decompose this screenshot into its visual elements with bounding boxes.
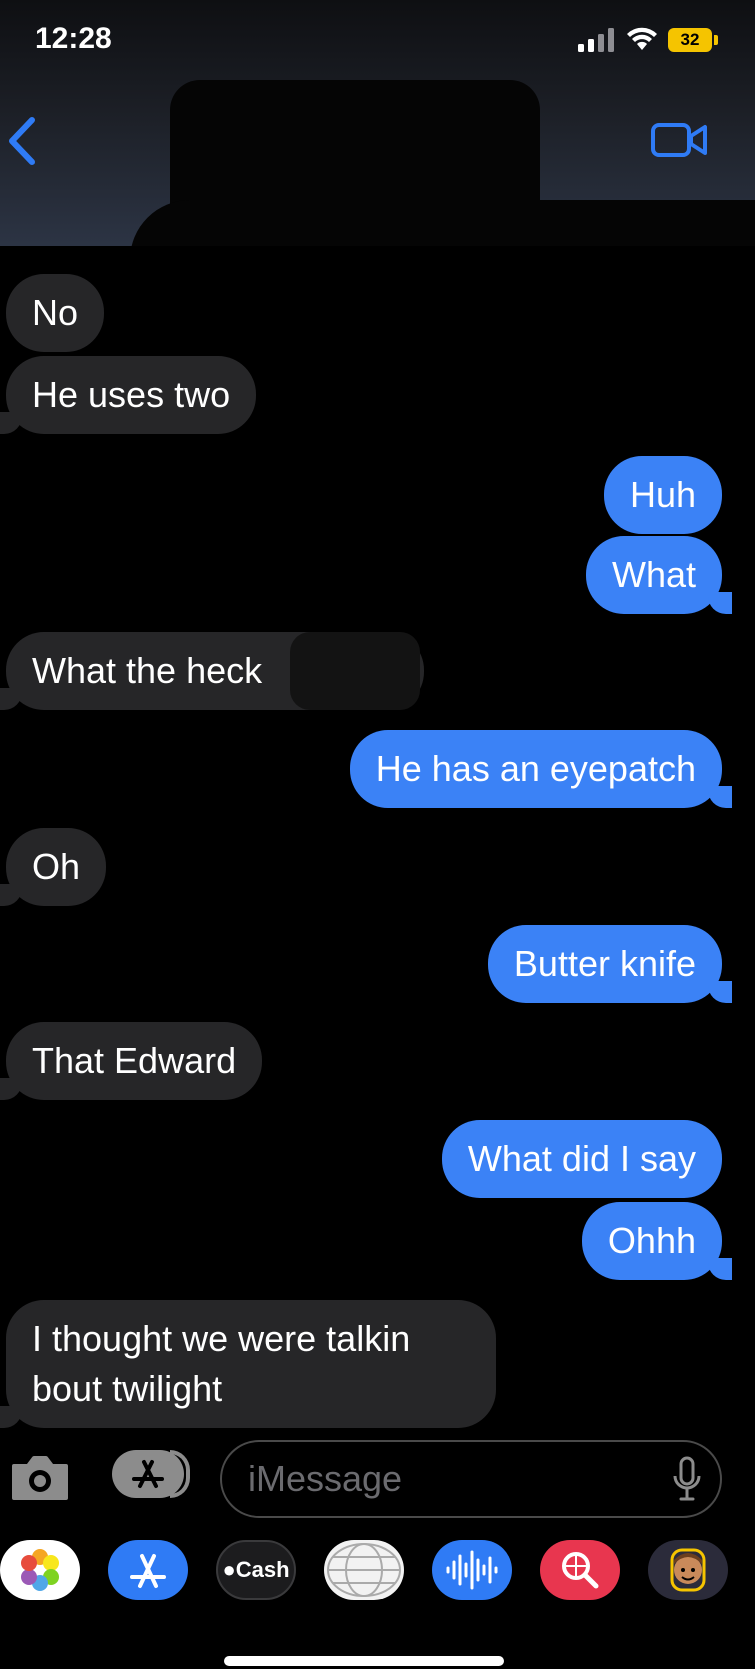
outgoing-message[interactable]: Ohhh — [581, 1202, 733, 1280]
message-text: Butter knife — [513, 943, 696, 984]
memoji-icon — [670, 1548, 706, 1592]
message-text: Huh — [629, 474, 696, 515]
cellular-signal-icon — [578, 28, 614, 52]
incoming-message[interactable]: Oh — [0, 828, 107, 906]
battery-icon — [714, 35, 718, 45]
memoji-app-button[interactable] — [648, 1540, 728, 1600]
audio-message-icon — [446, 1550, 498, 1590]
header-background-shape — [130, 200, 755, 246]
message-text: No — [32, 292, 79, 333]
audio-message-app-button[interactable] — [432, 1540, 512, 1600]
sticker-globe-icon — [327, 1543, 401, 1597]
outgoing-message[interactable]: What — [585, 536, 733, 614]
apple-cash-app-button[interactable]: ● Cash — [216, 1540, 296, 1600]
back-chevron-icon[interactable] — [4, 114, 40, 168]
message-text: I thought we were talkin — [32, 1318, 411, 1359]
outgoing-message[interactable]: Huh — [603, 456, 722, 534]
message-text: bout twilight — [32, 1368, 223, 1409]
imessage-input[interactable]: iMessage — [220, 1440, 722, 1518]
message-text: Oh — [32, 846, 81, 887]
message-text: He has an eyepatch — [375, 748, 696, 789]
sticker-globe-app-button[interactable] — [324, 1540, 404, 1600]
app-store-icon — [132, 1460, 164, 1488]
incoming-message[interactable]: He uses two — [0, 356, 257, 434]
camera-icon[interactable] — [10, 1454, 70, 1502]
outgoing-message[interactable]: Butter knife — [487, 925, 733, 1003]
app-store-icon — [130, 1554, 166, 1588]
status-time: 12:28 — [35, 22, 112, 55]
incoming-message[interactable]: No — [6, 274, 105, 352]
app-store-app-button[interactable] — [108, 1540, 188, 1600]
image-search-app-button[interactable] — [540, 1540, 620, 1600]
photos-app-button[interactable] — [0, 1540, 80, 1600]
message-text: Ohhh — [607, 1220, 696, 1261]
message-text: What — [611, 554, 696, 595]
microphone-icon[interactable] — [672, 1456, 702, 1502]
incoming-message[interactable]: I thought we were talkin bout twilight — [0, 1300, 496, 1428]
message-text: What the heck — [32, 650, 263, 691]
home-indicator[interactable] — [224, 1656, 504, 1666]
imessage-placeholder: iMessage — [248, 1458, 403, 1499]
outgoing-message[interactable]: What did I say — [441, 1120, 722, 1198]
message-text: He uses two — [32, 374, 231, 415]
photos-icon — [21, 1549, 59, 1591]
image-search-icon — [562, 1552, 599, 1589]
battery-level: 32 — [668, 28, 712, 52]
message-text: That Edward — [32, 1040, 237, 1081]
wifi-icon — [627, 27, 657, 50]
outgoing-message[interactable]: He has an eyepatch — [349, 730, 733, 808]
incoming-message[interactable]: That Edward — [0, 1022, 263, 1100]
video-call-icon[interactable] — [650, 120, 708, 160]
redaction-scribble — [290, 632, 420, 710]
message-text: What did I say — [467, 1138, 696, 1179]
apple-logo-icon: ● — [222, 1557, 236, 1582]
apple-cash-label: Cash — [235, 1557, 290, 1582]
